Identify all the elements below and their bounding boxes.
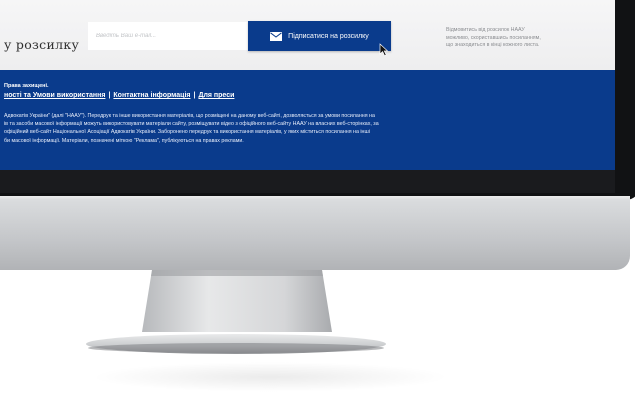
subscription-bar: у розсилку Підписатися на розсилку Відмо… <box>0 0 615 70</box>
unsubscribe-note-line: можливо, скориставшись посиланням, <box>446 34 541 41</box>
legal-line: би масової інформації. Матеріали, познач… <box>4 137 244 144</box>
stand-reflection <box>90 362 450 392</box>
footer-link-contacts[interactable]: Контактна інформація <box>113 92 190 99</box>
footer-links: ності та Умови використання | Контактна ін… <box>4 92 234 99</box>
link-separator: | <box>108 92 111 99</box>
monitor-chin-highlight <box>0 196 630 200</box>
screen-bottom-strip <box>0 170 615 193</box>
footer-link-press[interactable]: Для преси <box>198 92 234 99</box>
mail-icon <box>270 31 283 41</box>
copyright-text: Права захищені. <box>4 83 49 89</box>
monitor-chin <box>0 196 630 270</box>
unsubscribe-note-line: Відмовитись від розсилок НААУ <box>446 27 525 33</box>
monitor-stand <box>86 270 386 354</box>
stand-neck <box>142 270 332 332</box>
subscription-title: у розсилку <box>4 37 80 52</box>
cursor-icon <box>379 43 389 57</box>
site-footer: Права захищені. ності та Умови використа… <box>0 70 615 170</box>
link-separator: | <box>193 92 196 99</box>
subscribe-button-label: Підписатися на розсилку <box>288 32 369 40</box>
legal-line: Адвокатів України" (далі "НААУ"). Передр… <box>4 113 375 119</box>
stand-base-edge <box>88 343 384 353</box>
unsubscribe-note-line: що знаходиться в кінці кожного листа. <box>446 42 540 49</box>
subscribe-button[interactable]: Підписатися на розсилку <box>248 21 391 51</box>
legal-line: офіційний веб-сайт Національної Асоціаці… <box>4 129 370 136</box>
legal-notice: Адвокатів України" (далі "НААУ"). Передр… <box>4 112 494 145</box>
stand-neck-shadow <box>151 270 323 276</box>
monitor-screen: у розсилку Підписатися на розсилку Відмо… <box>0 0 615 193</box>
unsubscribe-note: Відмовитись від розсилок НААУ можливо, с… <box>446 27 586 50</box>
footer-link-terms[interactable]: ності та Умови використання <box>4 92 105 99</box>
legal-line: ів та засоби масової інформації можуть в… <box>4 121 379 128</box>
email-field[interactable] <box>88 22 248 50</box>
